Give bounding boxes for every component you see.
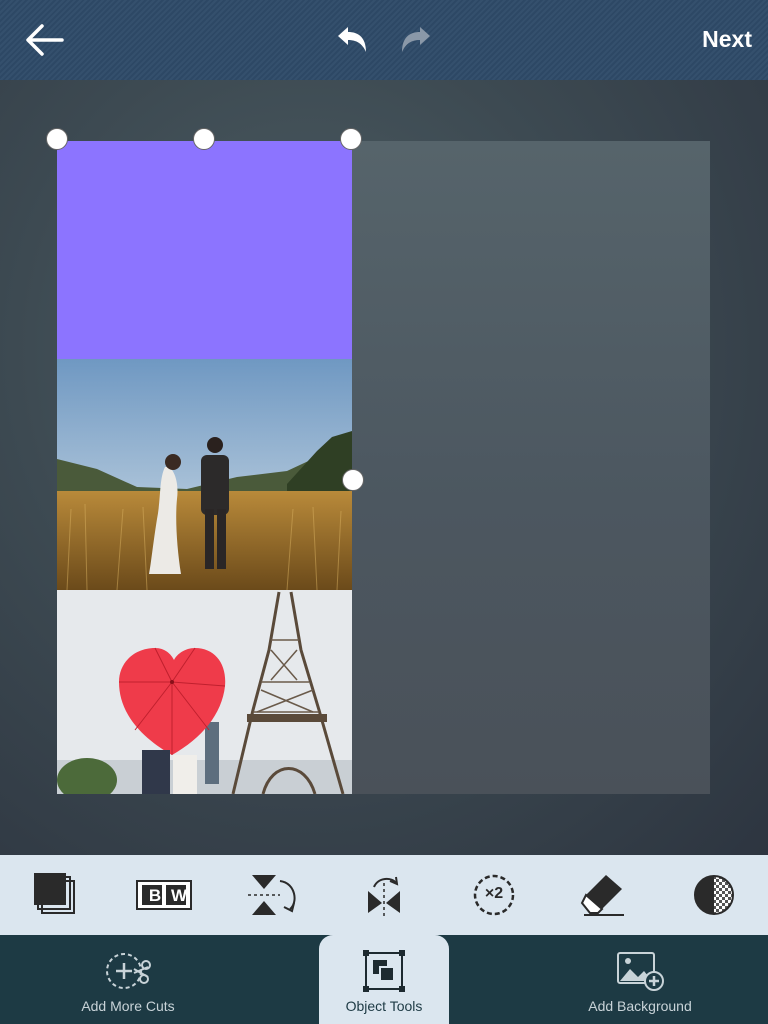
duplicate-label: ×2 xyxy=(484,885,504,902)
resize-handle-top-center[interactable] xyxy=(193,128,215,150)
paris-umbrella-photo[interactable] xyxy=(57,590,352,794)
object-toolbar: B W ×2 xyxy=(0,855,768,935)
workspace xyxy=(0,80,768,855)
flip-vertical-icon[interactable] xyxy=(246,873,302,917)
undo-icon[interactable] xyxy=(334,24,370,56)
resize-handle-top-right[interactable] xyxy=(340,128,362,150)
tab-object-tools[interactable]: Object Tools xyxy=(319,935,449,1024)
black-white-filter-icon[interactable]: B W xyxy=(134,873,192,917)
tab-add-more-cuts-label: Add More Cuts xyxy=(81,998,175,1014)
top-bar: Next xyxy=(0,0,768,80)
next-button[interactable]: Next xyxy=(702,26,752,53)
redo-icon[interactable] xyxy=(398,24,434,56)
duplicate-icon[interactable]: ×2 xyxy=(466,873,522,917)
bw-letter-w: W xyxy=(170,886,188,905)
collage-canvas[interactable] xyxy=(46,128,710,794)
bw-letter-b: B xyxy=(148,886,162,905)
layers-icon[interactable] xyxy=(26,873,82,917)
resize-handle-right-center[interactable] xyxy=(342,469,364,491)
wedding-field-photo[interactable] xyxy=(57,359,352,590)
flip-horizontal-icon[interactable] xyxy=(356,873,412,917)
opacity-icon[interactable] xyxy=(686,873,742,917)
bottom-tab-bar: Add More Cuts Object Tools Add Backgroun… xyxy=(0,935,768,1024)
tab-add-background-label: Add Background xyxy=(588,998,692,1014)
purple-color-tile[interactable] xyxy=(57,141,352,359)
add-cut-icon xyxy=(104,949,152,993)
eraser-icon[interactable] xyxy=(576,873,632,917)
tab-add-more-cuts[interactable]: Add More Cuts xyxy=(0,935,256,1024)
resize-handle-top-left[interactable] xyxy=(46,128,68,150)
object-tools-icon xyxy=(360,949,408,993)
tab-add-background[interactable]: Add Background xyxy=(512,935,768,1024)
tab-object-tools-label: Object Tools xyxy=(345,998,423,1014)
back-arrow-icon[interactable] xyxy=(22,20,66,60)
add-background-icon xyxy=(616,949,664,993)
